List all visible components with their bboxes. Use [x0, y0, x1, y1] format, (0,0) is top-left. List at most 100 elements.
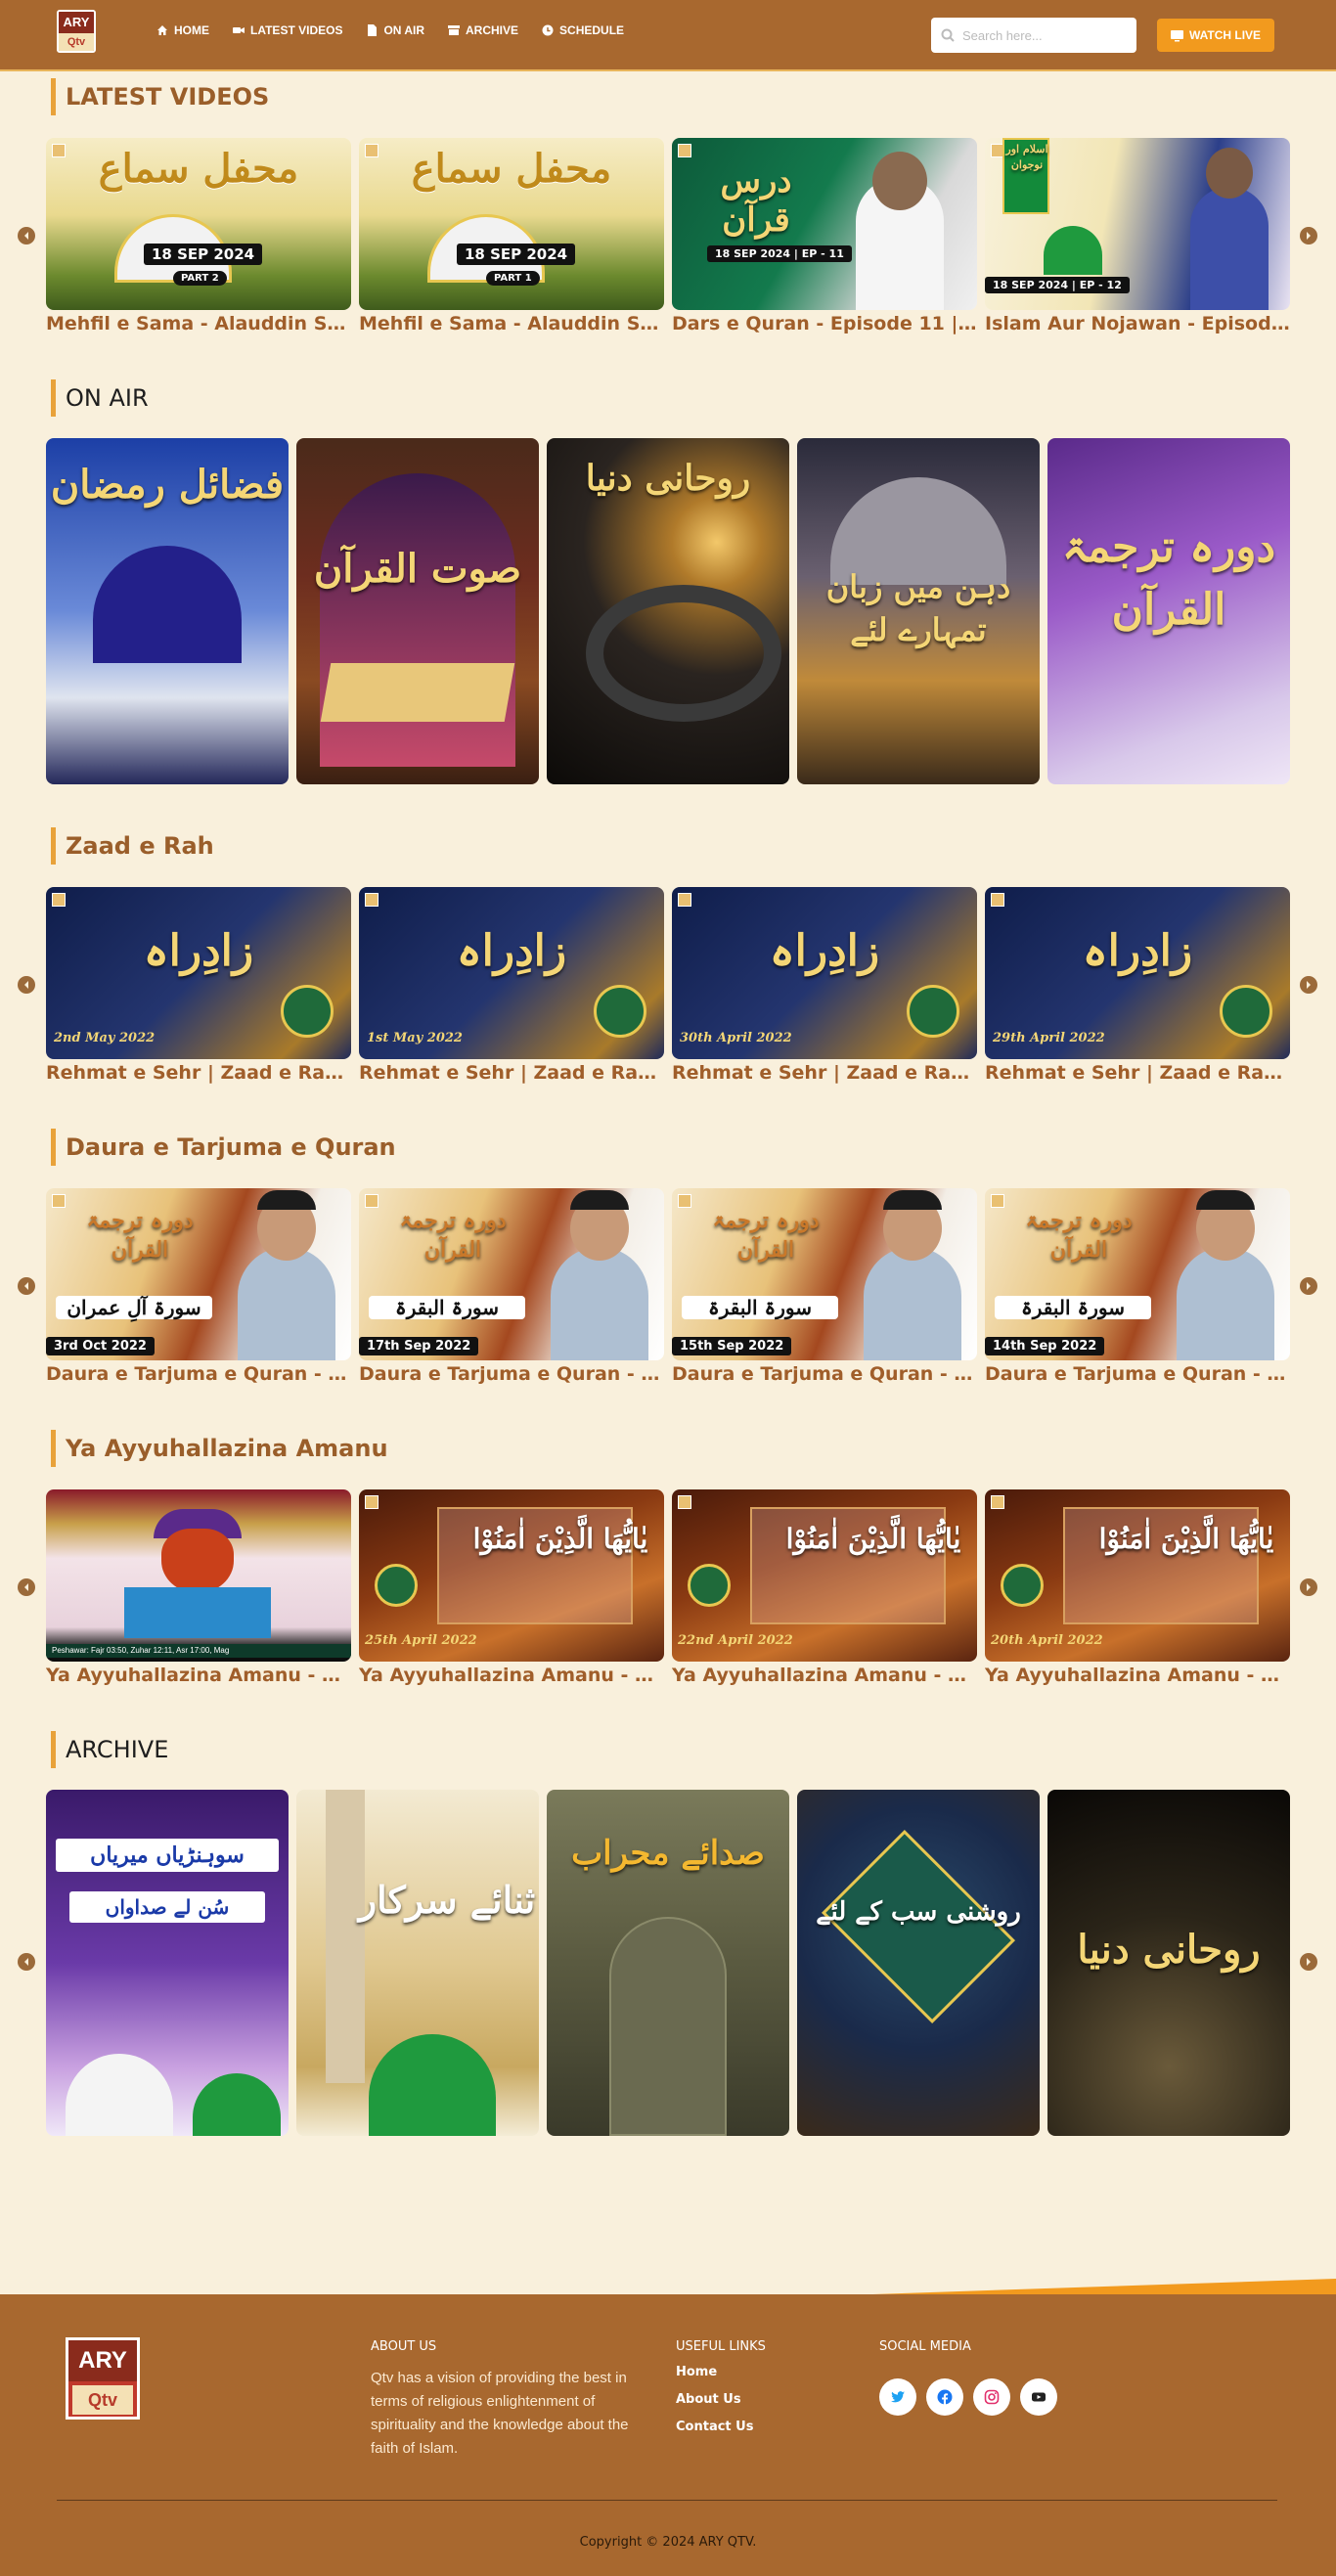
- ya-next-arrow[interactable]: [1300, 1578, 1317, 1596]
- copyright-text: Copyright © 2024 ARY QTV.: [579, 2535, 757, 2550]
- ya-video-card[interactable]: یٰایُّھَا الَّذِیْنَ اٰمَنُوْا 25th Apri…: [359, 1489, 664, 1686]
- chevron-left-icon: [24, 1958, 28, 1966]
- zaad-video-card[interactable]: زادِراہ 30th April 2022 Rehmat e Sehr | …: [672, 887, 977, 1084]
- watch-live-button[interactable]: WATCH LIVE: [1157, 19, 1274, 52]
- daura-video-card[interactable]: دورہ ترجمۃ القرآن سورۃ البقرۃ 15th Sep 2…: [672, 1188, 977, 1385]
- daura-video-card[interactable]: دورہ ترجمۃ القرآن سورۃ البقرۃ 14th Sep 2…: [985, 1188, 1290, 1385]
- video-title[interactable]: Ya Ayyuhallazina Amanu - Shaikh: [985, 1665, 1290, 1686]
- program-urdu-title: صوت القرآن: [313, 546, 522, 592]
- footer-link-contact-us[interactable]: Contact Us: [676, 2420, 753, 2434]
- video-thumbnail: محفل سماع 18 SEP 2024 PART 1: [359, 138, 664, 310]
- channel-logo-icon: [991, 893, 1004, 907]
- video-title[interactable]: Rehmat e Sehr | Zaad e Rah | Shuja: [46, 1062, 351, 1084]
- nav-latest-videos[interactable]: LATEST VIDEOS: [233, 23, 342, 37]
- ya-video-card[interactable]: Peshawar: Fajr 03:50, Zuhar 12:11, Asr 1…: [46, 1489, 351, 1686]
- chevron-right-icon: [1307, 232, 1311, 240]
- host-figure-shape: [551, 1247, 648, 1360]
- nav-on-air-label: ON AIR: [383, 23, 425, 37]
- latest-prev-arrow[interactable]: [18, 227, 35, 244]
- footer-link-home[interactable]: Home: [676, 2365, 753, 2379]
- archive-next-arrow[interactable]: [1300, 1953, 1317, 1971]
- video-title[interactable]: Ya Ayyuhallazina Amanu - Shaikh: [672, 1665, 977, 1686]
- site-logo[interactable]: ARY Qtv: [57, 10, 96, 53]
- green-medallion-shape: [1220, 985, 1272, 1038]
- search-input[interactable]: [962, 27, 1119, 43]
- ya-video-card[interactable]: یٰایُّھَا الَّذِیْنَ اٰمَنُوْا 22nd Apri…: [672, 1489, 977, 1686]
- nav-archive-label: ARCHIVE: [466, 23, 519, 37]
- video-title[interactable]: Daura e Tarjuma e Quran - Shuja: [359, 1363, 664, 1385]
- host-cap-shape: [883, 1190, 942, 1210]
- thumbnail-date: 29th April 2022: [993, 1031, 1105, 1045]
- daura-prev-arrow[interactable]: [18, 1277, 35, 1295]
- file-icon: [368, 24, 378, 36]
- latest-video-card[interactable]: درس قرآن 18 SEP 2024 | EP - 11 Dars e Qu…: [672, 138, 977, 334]
- archive-program-tile[interactable]: صدائے محراب: [547, 1790, 789, 2136]
- video-thumbnail: دورہ ترجمۃ القرآن سورۃ البقرۃ 14th Sep 2…: [985, 1188, 1290, 1360]
- video-title[interactable]: Dars e Quran - Episode 11 | Allama: [672, 313, 977, 334]
- nav-latest-videos-label: LATEST VIDEOS: [250, 23, 343, 37]
- nav-on-air[interactable]: ON AIR: [366, 23, 424, 37]
- ya-prev-arrow[interactable]: [18, 1578, 35, 1596]
- zaad-video-card[interactable]: زادِراہ 29th April 2022 Rehmat e Sehr | …: [985, 887, 1290, 1084]
- video-title[interactable]: Ya Ayyuhallazina Amanu - Shaikh: [46, 1665, 351, 1686]
- on-air-program-tile[interactable]: دہن میں زبان تمہارے لئے: [797, 438, 1040, 784]
- archive-prev-arrow[interactable]: [18, 1953, 35, 1971]
- youtube-icon: [1032, 2392, 1046, 2402]
- video-title[interactable]: Mehfil e Sama - Alauddin Sabir Kaliyari: [359, 313, 664, 334]
- on-air-program-tile[interactable]: روحانی دنیا: [547, 438, 789, 784]
- twitter-link[interactable]: [879, 2378, 916, 2416]
- zaad-video-card[interactable]: زادِراہ 2nd May 2022 Rehmat e Sehr | Zaa…: [46, 887, 351, 1084]
- video-title[interactable]: Rehmat e Sehr | Zaad e Rah | Shuja: [359, 1062, 664, 1084]
- latest-video-card[interactable]: اسلام اور نوجوان 18 SEP 2024 | EP - 12 I…: [985, 138, 1290, 334]
- latest-next-arrow[interactable]: [1300, 227, 1317, 244]
- nav-archive[interactable]: ARCHIVE: [448, 23, 518, 37]
- daura-next-arrow[interactable]: [1300, 1277, 1317, 1295]
- video-title[interactable]: Daura e Tarjuma e Quran - Shuja: [672, 1363, 977, 1385]
- video-title[interactable]: Mehfil e Sama - Alauddin Sabir Kaliyari: [46, 313, 351, 334]
- daura-heading: Daura e Tarjuma e Quran: [51, 1129, 396, 1166]
- minaret-shape: [326, 1790, 365, 2083]
- on-air-program-tile[interactable]: صوت القرآن: [296, 438, 539, 784]
- daura-video-card[interactable]: دورہ ترجمۃ القرآن سورۃ آلِ عمران 3rd Oct…: [46, 1188, 351, 1385]
- archive-program-tile[interactable]: روشنی سب کے لئے: [797, 1790, 1040, 2136]
- latest-video-card[interactable]: محفل سماع 18 SEP 2024 PART 1 Mehfil e Sa…: [359, 138, 664, 334]
- archive-program-tile[interactable]: ثنائے سرکار: [296, 1790, 539, 2136]
- facebook-link[interactable]: [926, 2378, 963, 2416]
- video-title[interactable]: Rehmat e Sehr | Zaad e Rah | Shuja: [672, 1062, 977, 1084]
- youtube-link[interactable]: [1020, 2378, 1057, 2416]
- zaad-video-card[interactable]: زادِراہ 1st May 2022 Rehmat e Sehr | Zaa…: [359, 887, 664, 1084]
- thumbnail-urdu-title: دورہ ترجمۃ القرآن: [86, 1208, 194, 1263]
- on-air-program-tile[interactable]: دورہ ترجمۃ القرآن: [1047, 438, 1290, 784]
- host-head-shape: [1206, 148, 1253, 199]
- archive-program-tile[interactable]: سوہنڑیاں میریاں سُن لے صداواں: [46, 1790, 289, 2136]
- thumbnail-surah-label: سورۃ آلِ عمران: [56, 1296, 212, 1319]
- footer-logo[interactable]: ARY Qtv: [66, 2337, 140, 2420]
- footer-logo-qtv-text: Qtv: [72, 2385, 133, 2415]
- program-urdu-title: فضائل رمضان: [50, 462, 285, 508]
- nav-home[interactable]: HOME: [156, 23, 209, 37]
- on-air-program-tile[interactable]: فضائل رمضان: [46, 438, 289, 784]
- channel-logo-icon: [365, 1495, 379, 1509]
- archive-program-tile[interactable]: روحانی دنیا: [1047, 1790, 1290, 2136]
- zaad-prev-arrow[interactable]: [18, 976, 35, 994]
- green-medallion-shape: [688, 1564, 731, 1607]
- program-urdu-title: دہن میں زبان تمہارے لئے: [825, 568, 1011, 648]
- video-title[interactable]: Ya Ayyuhallazina Amanu - Shaikh: [359, 1665, 664, 1686]
- video-thumbnail: دورہ ترجمۃ القرآن سورۃ البقرۃ 17th Sep 2…: [359, 1188, 664, 1360]
- video-title[interactable]: Islam Aur Nojawan - Episode 12: [985, 313, 1290, 334]
- video-title[interactable]: Rehmat e Sehr | Zaad e Rah | Shuja: [985, 1062, 1290, 1084]
- site-footer: ARY Qtv ABOUT US Qtv has a vision of pro…: [0, 2294, 1336, 2576]
- footer-link-about-us[interactable]: About Us: [676, 2392, 753, 2407]
- nav-schedule[interactable]: SCHEDULE: [542, 23, 624, 37]
- video-thumbnail: زادِراہ 2nd May 2022: [46, 887, 351, 1059]
- instagram-link[interactable]: [973, 2378, 1010, 2416]
- video-title[interactable]: Daura e Tarjuma e Quran - Shuja: [46, 1363, 351, 1385]
- daura-video-card[interactable]: دورہ ترجمۃ القرآن سورۃ البقرۃ 17th Sep 2…: [359, 1188, 664, 1385]
- latest-video-card[interactable]: محفل سماع 18 SEP 2024 PART 2 Mehfil e Sa…: [46, 138, 351, 334]
- thumbnail-urdu-title: زادِراہ: [769, 926, 880, 976]
- zaad-next-arrow[interactable]: [1300, 976, 1317, 994]
- video-thumbnail: یٰایُّھَا الَّذِیْنَ اٰمَنُوْا 22nd Apri…: [672, 1489, 977, 1662]
- video-icon: [233, 27, 245, 33]
- ya-video-card[interactable]: یٰایُّھَا الَّذِیْنَ اٰمَنُوْا 20th Apri…: [985, 1489, 1290, 1686]
- video-title[interactable]: Daura e Tarjuma e Quran - Shuja: [985, 1363, 1290, 1385]
